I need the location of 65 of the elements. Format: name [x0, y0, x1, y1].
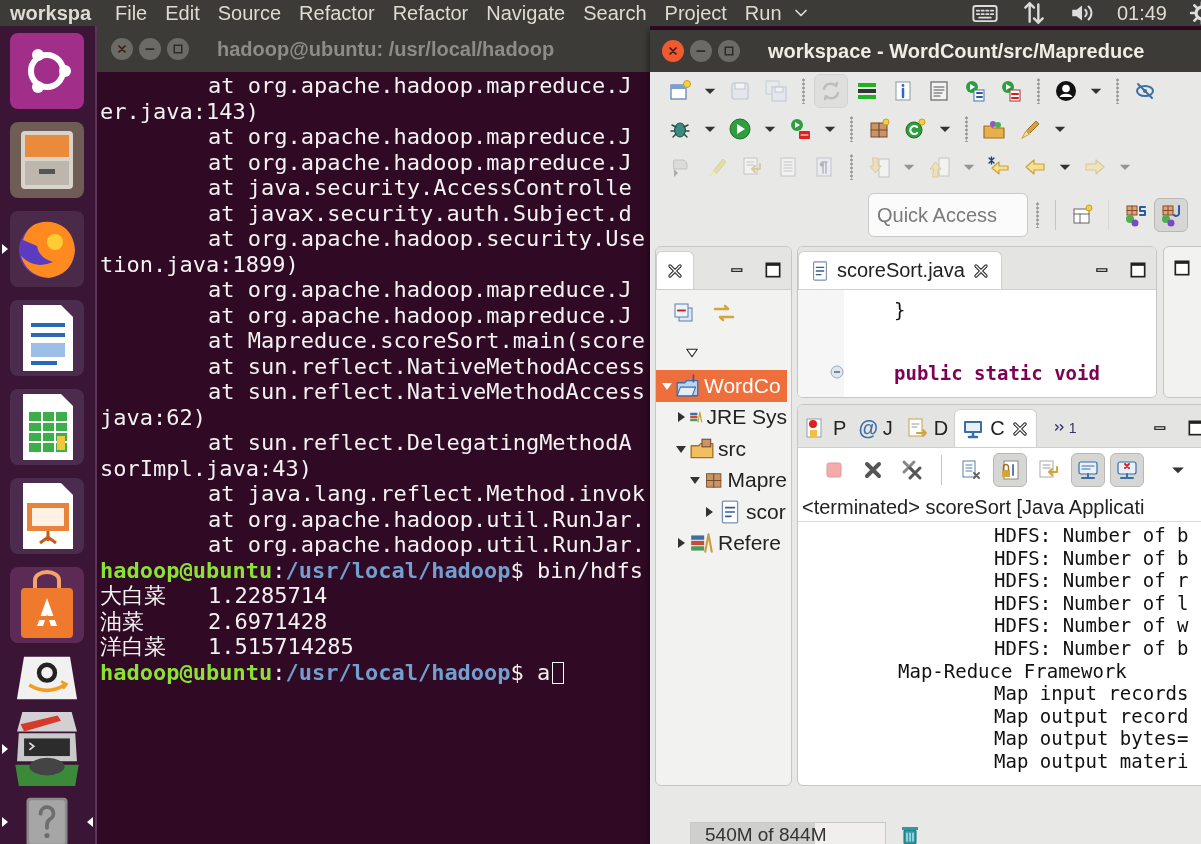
console-line: HDFS: Number of b — [993, 524, 1189, 547]
tree-item[interactable]: src — [656, 433, 787, 465]
console-line: Map output materi — [993, 749, 1189, 773]
terminal-line: at Mapreduce.scoreSort.main(score — [207, 328, 646, 354]
more-views-button[interactable]: 1 — [1046, 409, 1083, 447]
terminal-line: at org.apache.hadoop.mapreduce.J — [207, 149, 632, 175]
tree-item[interactable]: Mapre — [656, 464, 787, 496]
menu-item[interactable]: Project — [655, 1, 736, 25]
console-line: HDFS: Number of l — [993, 591, 1189, 615]
terminal-line: at org.apache.hadoop.mapreduce.J — [207, 302, 632, 328]
window-title: workspace - WordCount/src/Mapreduce — [768, 39, 1145, 63]
menu-item[interactable]: Edit — [156, 1, 209, 25]
prompt-line: hadoop@ubuntu:/usr/local/hadoop$ a — [100, 659, 565, 685]
menu-item[interactable]: Navigate — [477, 1, 575, 25]
code-line: } — [894, 298, 906, 321]
output-line: 大白菜 1.2285714 — [100, 583, 328, 609]
console-line: Map output bytes= — [993, 727, 1189, 750]
terminal-line: at javax.security.auth.Subject.d — [207, 200, 632, 226]
terminal-line: at java.security.AccessControlle — [207, 175, 632, 201]
terminal-line: at org.apache.hadoop.util.RunJar. — [207, 532, 646, 558]
console-line: HDFS: Number of r — [993, 569, 1189, 592]
tree-item[interactable]: JRE Sys — [656, 401, 787, 433]
window-title: hadoop@ubuntu: /usr/local/hadoop — [217, 37, 555, 61]
console-line: HDFS: Number of b — [993, 636, 1189, 660]
menu-item[interactable]: Refactor — [290, 1, 384, 25]
view-tab[interactable]: D — [898, 409, 955, 447]
menu-item[interactable]: Source — [208, 1, 291, 25]
terminal-line: at sun.reflect.NativeMethodAccess — [207, 353, 646, 379]
terminal-line: sorImpl.java:43) — [100, 455, 312, 481]
output-line: 油菜 2.6971428 — [100, 608, 328, 634]
app-name: workspa — [9, 1, 93, 25]
terminal-line: java:62) — [100, 404, 206, 430]
code-line: public static void — [894, 361, 1100, 384]
console-line: Map-Reduce Framework — [897, 659, 1127, 683]
tree-item[interactable]: Refere — [656, 527, 787, 559]
menu-item[interactable]: Refactor — [383, 1, 478, 25]
editor-tab[interactable]: scoreSort.java — [798, 251, 1002, 289]
view-tab[interactable]: P — [798, 409, 853, 447]
view-tab[interactable]: @ J — [852, 409, 899, 447]
menu-item[interactable]: Run — [735, 1, 791, 25]
console-title: <terminated> scoreSort [Java Applicati — [798, 492, 1201, 522]
output-line: 洋白菜 1.515714285 — [100, 634, 354, 660]
clock: 01:49 — [1116, 1, 1167, 25]
prompt-line: hadoop@ubuntu:/usr/local/hadoop$ bin/hdfs — [100, 557, 644, 583]
view-tab[interactable]: C — [954, 409, 1037, 447]
terminal-line: tion.java:1899) — [100, 251, 299, 277]
terminal-line: at org.apache.hadoop.mapreduce.J — [207, 124, 632, 150]
terminal-line: at org.apache.hadoop.util.RunJar. — [207, 506, 646, 532]
tree-item[interactable]: scor — [656, 496, 787, 528]
heap-text: 540M of 844M — [704, 824, 827, 844]
menu-item[interactable]: Search — [574, 1, 656, 25]
heap-status[interactable]: 540M of 844M — [690, 822, 886, 844]
console-line: Map output record — [993, 704, 1189, 728]
quick-access-field[interactable]: Quick Access — [868, 193, 1028, 237]
menu-item[interactable]: File — [106, 1, 157, 25]
console-line: HDFS: Number of b — [993, 546, 1189, 570]
terminal-line: at org.apache.hadoop.mapreduce.J — [207, 277, 632, 303]
terminal-line: er.java:143) — [100, 98, 259, 124]
terminal-line: at org.apache.hadoop.security.Use — [207, 226, 646, 252]
console-line: HDFS: Number of w — [993, 614, 1189, 637]
terminal-line: at java.lang.reflect.Method.invok — [207, 481, 646, 507]
terminal-line: at sun.reflect.NativeMethodAccess — [207, 379, 646, 405]
terminal-line: at org.apache.hadoop.mapreduce.J — [207, 73, 632, 99]
console-line: Map input records — [993, 682, 1189, 705]
terminal-line: at sun.reflect.DelegatingMethodA — [207, 430, 632, 456]
